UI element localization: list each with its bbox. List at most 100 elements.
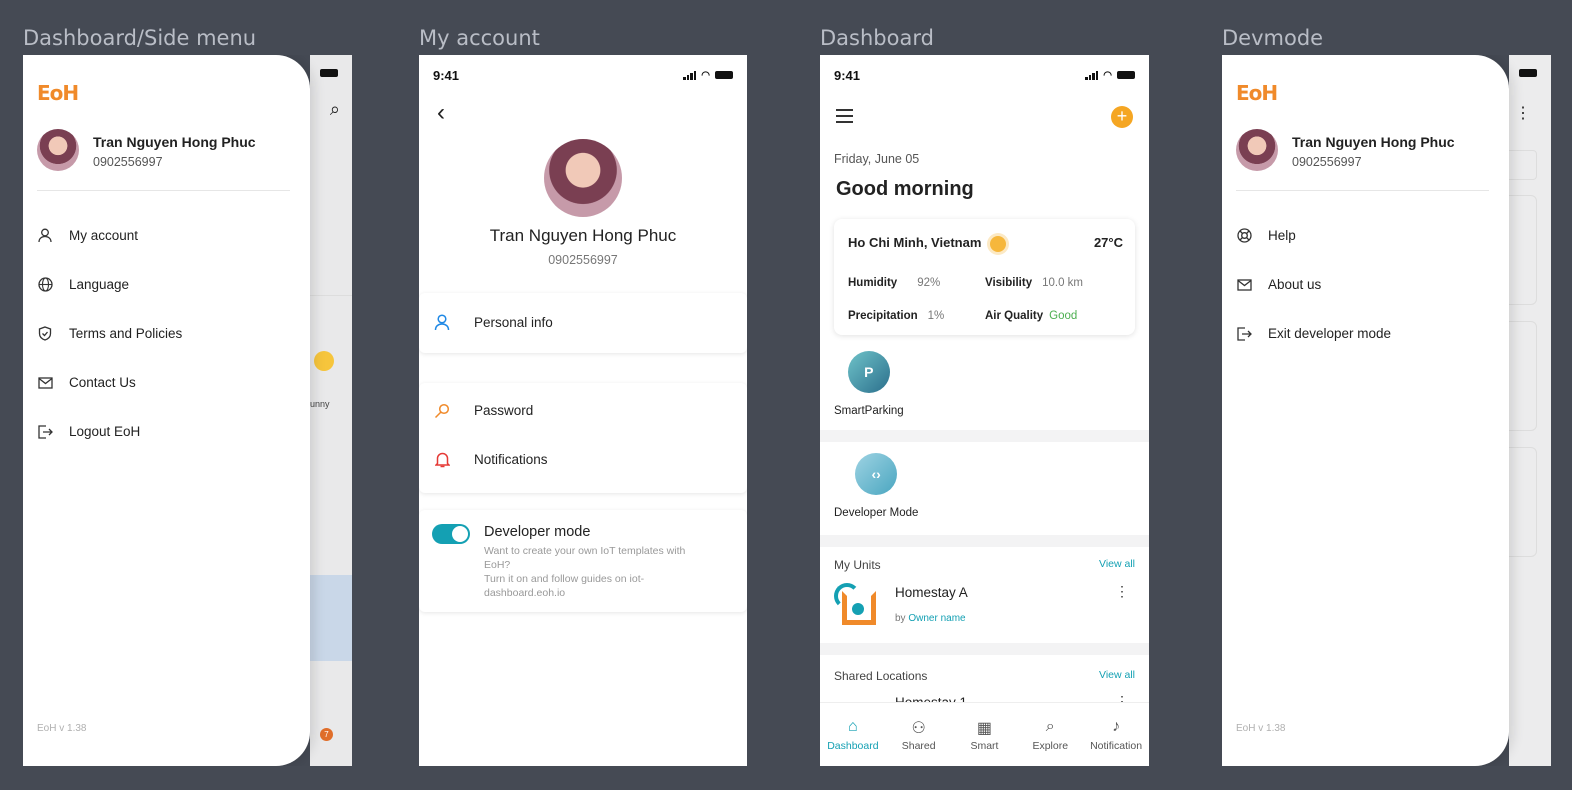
- notifications-label: Notifications: [474, 452, 548, 467]
- more-icon[interactable]: ⋮: [1515, 103, 1531, 123]
- personal-info-label: Personal info: [474, 315, 553, 330]
- menu-item-label: Terms and Policies: [69, 326, 183, 341]
- dashboard-screen: 9:41 ◠ + Friday, June 05 Good morning Ho…: [820, 55, 1149, 766]
- password-row[interactable]: Password: [419, 386, 747, 435]
- shared-locations-view-all-link[interactable]: View all: [1099, 669, 1135, 681]
- version-label: EoH v 1.38: [37, 723, 87, 734]
- devmode-side-drawer: EoH Tran Nguyen Hong Phuc 0902556997 Hel…: [1222, 55, 1509, 766]
- developer-mode-tile-label: Developer Mode: [834, 507, 919, 519]
- menu-item-label: Exit developer mode: [1268, 326, 1392, 341]
- weather-location: Ho Chi Minh, Vietnam: [848, 235, 982, 250]
- home-icon: ⌂: [848, 717, 858, 735]
- user-phone: 0902556997: [1292, 155, 1362, 169]
- divider: [37, 190, 290, 191]
- menu-item-label: Contact Us: [69, 375, 136, 390]
- menu-item-my-account[interactable]: My account: [37, 211, 182, 260]
- unit-more-icon[interactable]: ⋮: [1115, 583, 1129, 600]
- my-units-title: My Units: [834, 558, 881, 572]
- user-phone: 0902556997: [548, 253, 618, 267]
- my-units-view-all-link[interactable]: View all: [1099, 558, 1135, 570]
- personal-info-card: Personal info: [419, 293, 747, 353]
- menu-item-exit-developer-mode[interactable]: Exit developer mode: [1236, 309, 1391, 358]
- section-separator: [820, 430, 1149, 442]
- globe-icon: [37, 277, 53, 293]
- parking-icon: P: [847, 351, 890, 393]
- bell-icon: [434, 452, 450, 468]
- search-icon[interactable]: ⌕: [330, 99, 340, 120]
- add-button[interactable]: +: [1111, 106, 1133, 128]
- security-card: Password Notifications: [419, 383, 747, 493]
- signal-icon: [1085, 70, 1099, 80]
- notification-badge: 7: [320, 728, 333, 741]
- weather-card[interactable]: Ho Chi Minh, Vietnam 27°C Humidity 92% Vi…: [834, 219, 1135, 335]
- user-name: Tran Nguyen Hong Phuc: [1292, 134, 1455, 150]
- user-name: Tran Nguyen Hong Phuc: [489, 226, 677, 245]
- unit-name[interactable]: Homestay A: [895, 585, 968, 600]
- developer-mode-title: Developer mode: [484, 524, 591, 540]
- battery-icon: [320, 69, 338, 77]
- sun-icon: [314, 351, 334, 371]
- tab-smart[interactable]: ▦ Smart: [954, 718, 1014, 752]
- status-bar: 9:41 ◠: [820, 55, 1149, 95]
- bottom-tab-bar: ⌂ Dashboard ⚇ Shared ▦ Smart ⌕ Explore ♪ Noti…: [820, 702, 1149, 766]
- eoh-logo: EoH: [1236, 81, 1278, 105]
- tab-shared[interactable]: ⚇ Shared: [889, 718, 949, 752]
- side-menu-screen: ⌕ unny 7 EoH Tran Nguyen Hong Phuc 09025…: [23, 55, 352, 766]
- avatar: [1236, 129, 1278, 171]
- eoh-logo: EoH: [37, 81, 79, 105]
- back-icon[interactable]: ‹: [437, 99, 445, 127]
- version-label: EoH v 1.38: [1236, 723, 1286, 734]
- devmode-menu-list: Help About us Exit developer mode: [1236, 211, 1391, 358]
- section-separator: [820, 535, 1149, 547]
- avatar: [37, 129, 79, 171]
- tab-explore[interactable]: ⌕ Explore: [1020, 718, 1080, 752]
- logout-icon: [37, 424, 53, 440]
- menu-item-about-us[interactable]: About us: [1236, 260, 1391, 309]
- hamburger-menu-icon[interactable]: [836, 109, 853, 127]
- unit-owner: by Owner name: [895, 613, 966, 624]
- blocks-icon: ▦: [976, 719, 993, 737]
- menu-item-label: Help: [1268, 228, 1296, 243]
- menu-item-label: My account: [69, 228, 139, 243]
- personal-info-row[interactable]: Personal info: [419, 298, 747, 347]
- user-name: Tran Nguyen Hong Phuc: [93, 134, 256, 150]
- shield-icon: [37, 326, 53, 342]
- background-card: [310, 130, 352, 296]
- smart-parking-label: SmartParking: [834, 405, 904, 417]
- menu-item-label: Language: [69, 277, 130, 292]
- date-label: Friday, June 05: [834, 152, 920, 166]
- visibility-row: Visibility 10.0 km: [985, 277, 1084, 289]
- menu-item-help[interactable]: Help: [1236, 211, 1391, 260]
- password-label: Password: [474, 403, 534, 418]
- search-icon: ⌕: [1045, 717, 1055, 735]
- battery-icon: [1519, 69, 1537, 77]
- users-icon: ⚇: [911, 719, 926, 737]
- status-bar: 9:41 ◠: [419, 55, 747, 95]
- developer-mode-icon: ‹›: [855, 453, 898, 495]
- background-dashboard: ⌕ unny 7: [310, 55, 352, 766]
- developer-mode-tile[interactable]: ‹› Developer Mode: [834, 453, 918, 519]
- menu-item-language[interactable]: Language: [37, 260, 182, 309]
- developer-mode-card: Developer mode Want to create your own I…: [419, 510, 747, 612]
- unit-home-icon: [834, 583, 882, 627]
- tab-notification[interactable]: ♪ Notification: [1086, 718, 1146, 752]
- air-quality-row: Air Quality Good: [985, 310, 1078, 322]
- devmode-frame-title: Devmode: [1222, 26, 1324, 50]
- greeting: Good morning: [836, 178, 974, 200]
- dashboard-frame-title: Dashboard: [820, 26, 934, 50]
- developer-mode-toggle[interactable]: [432, 524, 470, 544]
- tab-dashboard[interactable]: ⌂ Dashboard: [823, 718, 883, 752]
- humidity-row: Humidity 92%: [848, 277, 941, 289]
- shared-locations-title: Shared Locations: [834, 669, 928, 683]
- smart-parking-tile[interactable]: P SmartParking: [834, 351, 904, 417]
- menu-item-contact[interactable]: Contact Us: [37, 358, 182, 407]
- avatar: [544, 139, 622, 217]
- side-drawer: EoH Tran Nguyen Hong Phuc 0902556997 My …: [23, 55, 310, 766]
- menu-item-terms[interactable]: Terms and Policies: [37, 309, 182, 358]
- menu-item-logout[interactable]: Logout EoH: [37, 407, 182, 456]
- background-weather-label: unny: [310, 399, 330, 409]
- developer-mode-description: Want to create your own IoT templates wi…: [484, 545, 686, 599]
- notifications-row[interactable]: Notifications: [419, 435, 747, 484]
- wifi-icon: ◠: [1103, 69, 1112, 81]
- mail-icon: [37, 375, 53, 391]
